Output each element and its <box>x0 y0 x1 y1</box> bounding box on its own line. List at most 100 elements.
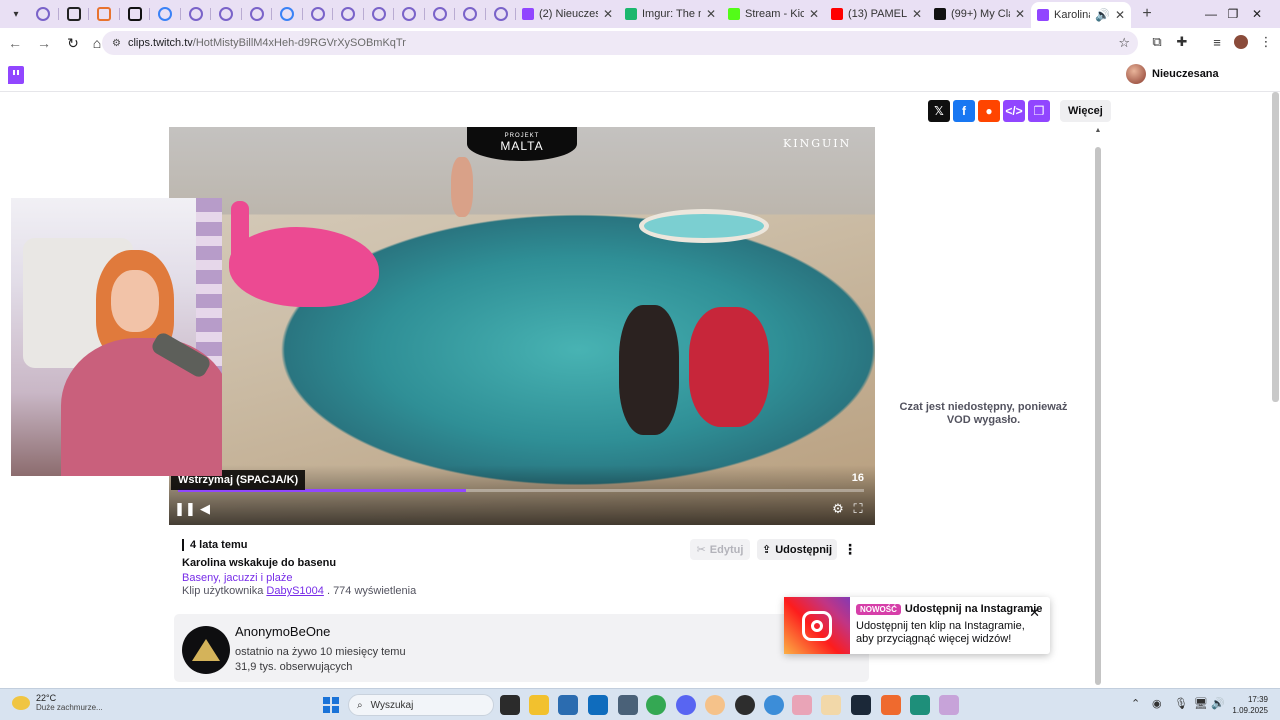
forward-button[interactable]: → <box>32 31 56 55</box>
close-icon[interactable]: ✕ <box>1029 605 1040 621</box>
network-icon[interactable]: 🖥 <box>1194 697 1208 710</box>
pinned-tab[interactable] <box>425 0 455 28</box>
profile-avatar[interactable] <box>1230 31 1252 53</box>
tray-chevron-icon[interactable]: ⌃ <box>1131 697 1140 710</box>
scroll-up-icon[interactable]: ▲ <box>1094 127 1102 137</box>
new-tab-button[interactable]: + <box>1135 5 1159 23</box>
page-scrollbar[interactable] <box>1272 92 1279 402</box>
pinned-tab[interactable] <box>242 0 272 28</box>
steam-icon[interactable] <box>851 695 871 715</box>
browser-menu-icon[interactable]: ⋮ <box>1255 31 1277 53</box>
file-explorer-icon[interactable] <box>529 695 549 715</box>
browser-tab[interactable]: Imgur: The mag ✕ <box>619 0 722 28</box>
store-icon[interactable] <box>558 695 578 715</box>
microphone-icon[interactable]: 🎙 <box>1174 697 1188 710</box>
pinned-tab[interactable] <box>181 0 211 28</box>
tab-close-icon[interactable]: ✕ <box>1115 8 1125 22</box>
app-icon[interactable] <box>792 695 812 715</box>
clip-author-link[interactable]: DabyS1004 <box>266 585 324 597</box>
chrome-icon[interactable] <box>646 695 666 715</box>
media-control-icon[interactable]: ≡ <box>1206 31 1228 53</box>
browser-tab[interactable]: (2) Nieuczesana ✕ <box>516 0 619 28</box>
reddit-share-icon[interactable]: ● <box>978 100 1000 122</box>
clip-views: . 774 wyświetlenia <box>326 585 417 597</box>
embed-code-icon[interactable]: </> <box>1003 100 1025 122</box>
search-placeholder: Wyszukaj <box>370 699 414 711</box>
app-icon[interactable] <box>881 695 901 715</box>
extensions-puzzle-icon[interactable]: ✚ <box>1171 31 1193 53</box>
copy-link-icon[interactable]: ❐ <box>1028 100 1050 122</box>
scrollbar-thumb[interactable] <box>1095 147 1101 685</box>
app-icon[interactable] <box>735 695 755 715</box>
pinned-tab[interactable] <box>120 0 150 28</box>
more-button[interactable]: Więcej <box>1060 100 1111 122</box>
bookmark-star-icon[interactable]: ☆ <box>1118 35 1130 51</box>
tab-audio-icon[interactable]: 🔊 <box>1095 8 1110 22</box>
reload-button[interactable]: ↻ <box>61 31 85 55</box>
tab-close-icon[interactable]: ✕ <box>706 7 716 21</box>
pinned-tab[interactable] <box>272 0 303 28</box>
settings-gear-icon[interactable]: ⚙ <box>829 500 847 518</box>
pinned-tab[interactable] <box>364 0 394 28</box>
channel-card[interactable]: AnonymoBeOne ostatnio na żywo 10 miesięc… <box>174 614 869 682</box>
pinned-tab[interactable] <box>89 0 120 28</box>
clock-time: 17:39 <box>1247 695 1268 704</box>
app-icon[interactable] <box>705 695 725 715</box>
instagram-share-toast[interactable]: NOWOŚĆ Udostępnij na Instagramie Udostęp… <box>784 597 1050 654</box>
tab-close-icon[interactable]: ✕ <box>912 7 922 21</box>
pinned-tab[interactable] <box>455 0 486 28</box>
tab-favicon-icon <box>158 7 173 21</box>
task-view-icon[interactable] <box>500 695 520 715</box>
pinned-tab[interactable] <box>333 0 364 28</box>
tab-close-icon[interactable]: ✕ <box>1015 7 1025 21</box>
address-bar[interactable]: ⚙ clips.twitch.tv/HotMistyBillM4xHeh-d9R… <box>102 31 1138 55</box>
tab-close-icon[interactable]: ✕ <box>809 7 819 21</box>
fullscreen-icon[interactable]: ⛶ <box>849 500 867 518</box>
edit-button[interactable]: ✂ Edytuj <box>690 539 750 560</box>
chat-unavailable-message: Czat jest niedostępny, ponieważ VOD wyga… <box>899 401 1068 426</box>
pinned-tab[interactable] <box>150 0 181 28</box>
browser-tab[interactable]: (13) PAMELKA ✕ <box>825 0 928 28</box>
app-icon[interactable] <box>939 695 959 715</box>
share-button[interactable]: ⇪ Udostępnij <box>757 539 837 560</box>
pinned-tab[interactable] <box>394 0 425 28</box>
pinned-tab[interactable] <box>303 0 333 28</box>
volume-tray-icon[interactable]: 🔊 <box>1211 697 1225 710</box>
pinned-tab[interactable] <box>486 0 516 28</box>
pinned-tab[interactable] <box>28 0 59 28</box>
outlook-icon[interactable] <box>588 695 608 715</box>
channel-name[interactable]: AnonymoBeOne <box>235 624 330 639</box>
user-menu[interactable]: Nieuczesana ▼ <box>1126 64 1280 84</box>
weather-widget[interactable]: 22°C Duże zachmurze... <box>12 693 103 712</box>
pinned-tab[interactable] <box>59 0 89 28</box>
tab-search-button[interactable]: ▾ <box>4 4 28 24</box>
browser-tab-active[interactable]: Karolina wa 🔊 ✕ <box>1031 2 1131 28</box>
tab-close-icon[interactable]: ✕ <box>603 7 613 21</box>
extension-icon[interactable]: ⧉ <box>1146 31 1168 53</box>
video-player[interactable]: PROJEKT MALTA KINGUIN 16 Wstrzymaj (SPACJ… <box>169 127 875 525</box>
back-button[interactable]: ← <box>3 31 27 55</box>
chat-scrollbar[interactable]: ▲ <box>1094 127 1102 687</box>
taskbar-clock[interactable]: 17:39 1.09.2025 <box>1226 694 1268 716</box>
site-info-icon[interactable]: ⚙ <box>112 38 121 49</box>
browser-tab[interactable]: (99+) My Clair C ✕ <box>928 0 1031 28</box>
browser-tab[interactable]: Stream - Kick D ✕ <box>722 0 825 28</box>
clip-category-link[interactable]: Baseny, jacuzzi i plaże <box>182 572 292 584</box>
twitch-logo-icon[interactable] <box>8 66 24 84</box>
facebook-share-icon[interactable]: f <box>953 100 975 122</box>
windows-start-icon[interactable] <box>323 697 339 713</box>
pinned-tab[interactable] <box>211 0 242 28</box>
pause-icon[interactable]: ❚❚ <box>174 500 196 518</box>
tray-app-icon[interactable]: ◉ <box>1152 697 1162 710</box>
channel-avatar[interactable] <box>182 626 230 674</box>
discord-icon[interactable] <box>676 695 696 715</box>
more-options-icon[interactable]: ⋮ <box>843 539 857 560</box>
volume-icon[interactable]: ◀ <box>196 500 214 518</box>
taskbar-search[interactable]: ⌕ Wyszukaj <box>348 694 494 716</box>
app-icon[interactable] <box>821 695 841 715</box>
app-icon[interactable] <box>764 695 784 715</box>
app-icon[interactable] <box>618 695 638 715</box>
close-window-button[interactable]: ✕ <box>1234 0 1280 28</box>
app-icon[interactable] <box>910 695 930 715</box>
x-share-icon[interactable]: 𝕏 <box>928 100 950 122</box>
